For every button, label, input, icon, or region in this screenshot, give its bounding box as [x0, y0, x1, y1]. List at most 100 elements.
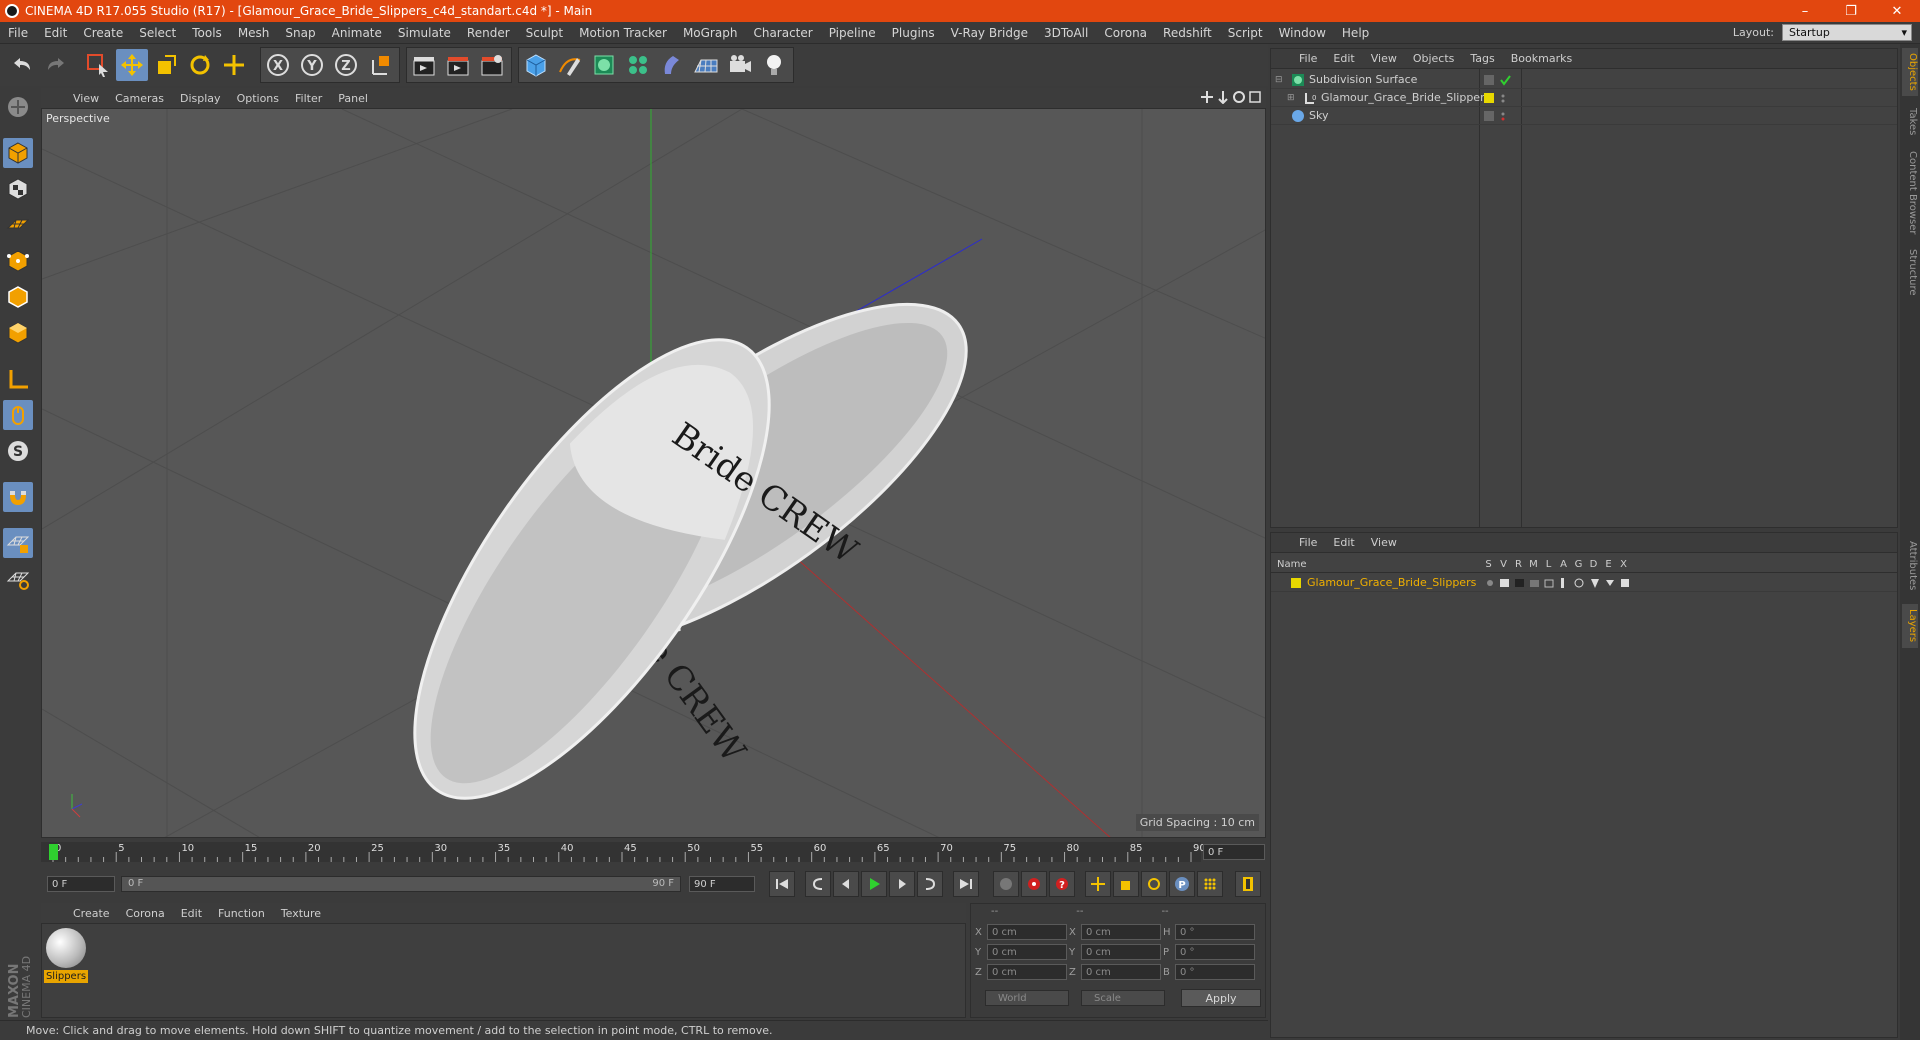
perspective-viewport[interactable]: Bride CREW Bride CREW Perspective Grid S…	[41, 108, 1266, 838]
material-menu-edit[interactable]: Edit	[173, 907, 210, 920]
layer-col-expressions[interactable]: E	[1601, 559, 1616, 570]
size-y-field[interactable]: 0 cm	[1081, 944, 1161, 960]
object-menu-file[interactable]: File	[1291, 52, 1325, 65]
camera-object-button[interactable]	[724, 49, 756, 81]
menu-script[interactable]: Script	[1220, 26, 1271, 40]
move-tool-button[interactable]	[116, 49, 148, 81]
key-scale-button[interactable]	[1113, 871, 1139, 897]
cloner-button[interactable]	[622, 49, 654, 81]
visibility-toggle-icon[interactable]	[1483, 73, 1513, 87]
menu-window[interactable]: Window	[1271, 26, 1334, 40]
menu-3dtoall[interactable]: 3DToAll	[1036, 26, 1096, 40]
menu-file[interactable]: File	[0, 26, 36, 40]
texture-mode-button[interactable]	[3, 174, 33, 204]
make-editable-button[interactable]	[3, 92, 33, 122]
render-view-button[interactable]	[408, 49, 440, 81]
previous-frame-button[interactable]	[833, 871, 859, 897]
object-row-slippers[interactable]: ⊞ 0 Glamour_Grace_Bride_Slippers	[1271, 89, 1897, 107]
range-slider[interactable]: 0 F 90 F	[121, 876, 681, 892]
menu-vray-bridge[interactable]: V-Ray Bridge	[943, 26, 1036, 40]
layer-col-deformers[interactable]: D	[1586, 559, 1601, 570]
minimize-button[interactable]: –	[1782, 0, 1828, 22]
position-z-field[interactable]: 0 cm	[987, 964, 1067, 980]
cube-object-button[interactable]	[520, 49, 552, 81]
render-settings-button[interactable]	[476, 49, 508, 81]
timeline-ruler[interactable]: 0 5 10 15 20 25 30 35 40 45 50 55 60 65 70 75 80 85 90 0 F	[41, 840, 1266, 866]
render-picture-viewer-button[interactable]	[442, 49, 474, 81]
live-selection-button[interactable]	[82, 49, 114, 81]
viewport-menu-panel[interactable]: Panel	[330, 92, 376, 105]
subdivision-surface-button[interactable]	[588, 49, 620, 81]
x-axis-lock-button[interactable]: X	[262, 49, 294, 81]
menu-edit[interactable]: Edit	[36, 26, 75, 40]
key-rotation-button[interactable]	[1141, 871, 1167, 897]
menu-create[interactable]: Create	[75, 26, 131, 40]
layer-color-swatch[interactable]	[1291, 577, 1301, 588]
layer-flags[interactable]	[1483, 576, 1633, 590]
object-menu-objects[interactable]: Objects	[1405, 52, 1463, 65]
start-frame-field[interactable]: 0 F	[47, 876, 115, 892]
menu-simulate[interactable]: Simulate	[390, 26, 459, 40]
axis-mode-button[interactable]	[3, 364, 33, 394]
keyframe-selection-button[interactable]: ?	[1049, 871, 1075, 897]
layer-col-manager[interactable]: M	[1526, 559, 1541, 570]
layer-col-xref[interactable]: X	[1616, 559, 1631, 570]
rotate-tool-button[interactable]	[184, 49, 216, 81]
material-menu-create[interactable]: Create	[65, 907, 118, 920]
previous-key-button[interactable]	[805, 871, 831, 897]
points-mode-button[interactable]	[3, 246, 33, 276]
position-x-field[interactable]: 0 cm	[987, 924, 1067, 940]
coordinate-mode-dropdown[interactable]: World	[985, 990, 1069, 1006]
size-z-field[interactable]: 0 cm	[1081, 964, 1161, 980]
floor-object-button[interactable]	[690, 49, 722, 81]
y-axis-lock-button[interactable]: Y	[296, 49, 328, 81]
rotation-p-field[interactable]: 0 °	[1175, 944, 1255, 960]
menu-snap[interactable]: Snap	[277, 26, 323, 40]
material-menu-function[interactable]: Function	[210, 907, 273, 920]
layer-col-solo[interactable]: S	[1481, 559, 1496, 570]
layer-col-generators[interactable]: G	[1571, 559, 1586, 570]
go-to-end-button[interactable]	[953, 871, 979, 897]
key-pla-button[interactable]	[1197, 871, 1223, 897]
menu-render[interactable]: Render	[459, 26, 518, 40]
menu-plugins[interactable]: Plugins	[884, 26, 943, 40]
pen-spline-button[interactable]	[554, 49, 586, 81]
key-parameter-button[interactable]: P	[1169, 871, 1195, 897]
apply-button[interactable]: Apply	[1181, 989, 1261, 1007]
tab-attributes[interactable]: Attributes	[1902, 534, 1918, 598]
tweak-mode-button[interactable]	[3, 400, 33, 430]
layer-menu-file[interactable]: File	[1291, 536, 1325, 549]
menu-tools[interactable]: Tools	[184, 26, 230, 40]
record-keys-button[interactable]	[993, 871, 1019, 897]
close-button[interactable]: ✕	[1874, 0, 1920, 22]
menu-help[interactable]: Help	[1334, 26, 1377, 40]
workplane-mode-button[interactable]	[3, 210, 33, 240]
menu-mograph[interactable]: MoGraph	[675, 26, 746, 40]
locked-workplane-button[interactable]	[3, 528, 33, 558]
rotation-h-field[interactable]: 0 °	[1175, 924, 1255, 940]
go-to-start-button[interactable]	[769, 871, 795, 897]
position-y-field[interactable]: 0 cm	[987, 944, 1067, 960]
edges-mode-button[interactable]	[3, 282, 33, 312]
planar-workplane-button[interactable]	[3, 564, 33, 594]
coordinate-system-button[interactable]	[364, 49, 396, 81]
menu-animate[interactable]: Animate	[324, 26, 390, 40]
layer-col-render[interactable]: R	[1511, 559, 1526, 570]
model-mode-button[interactable]	[3, 138, 33, 168]
autokeying-button[interactable]	[1021, 871, 1047, 897]
tab-takes[interactable]: Takes	[1902, 102, 1918, 142]
light-object-button[interactable]	[758, 49, 790, 81]
snap-button[interactable]	[3, 482, 33, 512]
tab-layers[interactable]: Layers	[1902, 604, 1918, 648]
layer-col-view[interactable]: V	[1496, 559, 1511, 570]
maximize-view-icon[interactable]	[1248, 90, 1262, 104]
play-button[interactable]	[861, 871, 887, 897]
end-frame-field[interactable]: 90 F	[689, 876, 755, 892]
undo-button[interactable]	[6, 49, 38, 81]
viewport-menu-cameras[interactable]: Cameras	[107, 92, 172, 105]
object-menu-bookmarks[interactable]: Bookmarks	[1503, 52, 1580, 65]
tab-content-browser[interactable]: Content Browser	[1902, 148, 1918, 238]
next-key-button[interactable]	[917, 871, 943, 897]
z-axis-lock-button[interactable]: Z	[330, 49, 362, 81]
viewport-menu-view[interactable]: View	[65, 92, 107, 105]
